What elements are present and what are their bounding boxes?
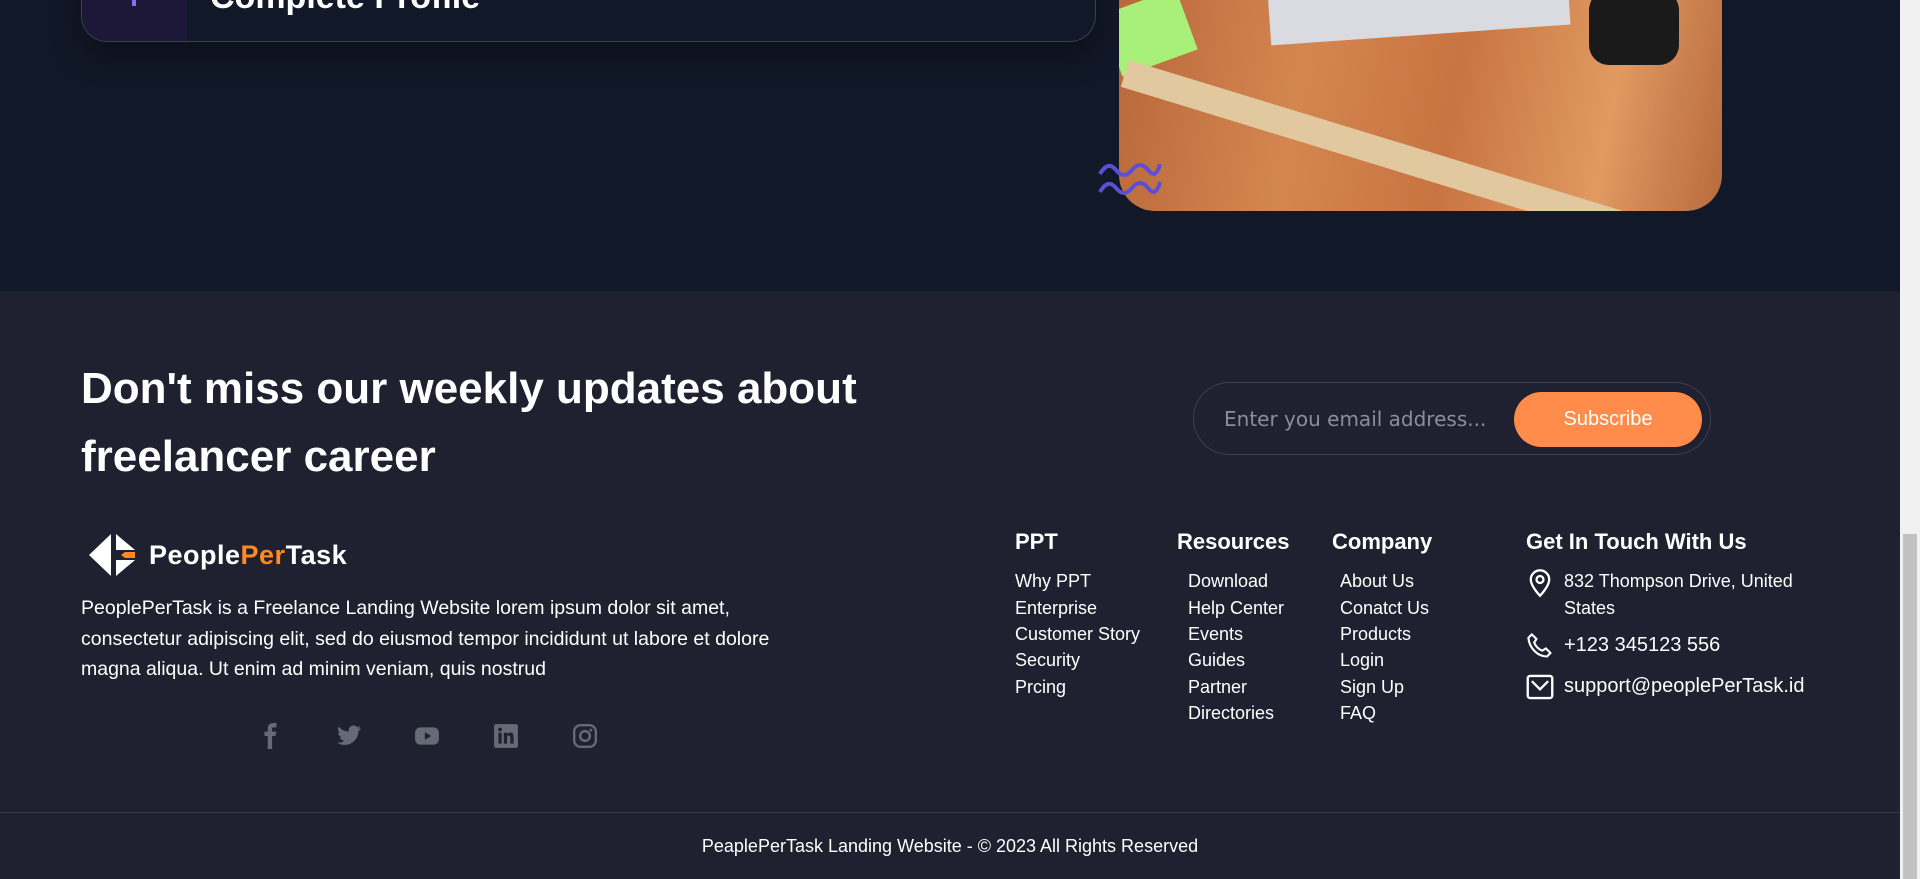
scrollbar[interactable] xyxy=(1900,0,1920,879)
contact-email[interactable]: support@peoplePerTask.id xyxy=(1564,675,1804,698)
contact-address-line2: States xyxy=(1564,598,1616,618)
link-faq[interactable]: FAQ xyxy=(1340,703,1376,724)
link-products[interactable]: Products xyxy=(1340,624,1411,645)
link-login[interactable]: Login xyxy=(1340,650,1384,671)
subscribe-form: Subscribe xyxy=(1193,382,1711,455)
instagram-icon[interactable] xyxy=(572,723,598,749)
logo-icon xyxy=(89,534,135,576)
column-title-ppt: PPT xyxy=(1015,529,1058,554)
location-pin-icon xyxy=(1529,569,1551,598)
subscribe-button[interactable]: Subscribe xyxy=(1514,392,1702,447)
column-title-contact: Get In Touch With Us xyxy=(1526,529,1747,554)
user-icon xyxy=(82,0,187,41)
newsletter-heading: Don't miss our weekly updates about free… xyxy=(81,364,857,481)
twitter-icon[interactable] xyxy=(336,723,362,749)
column-title-company: Company xyxy=(1332,529,1433,554)
youtube-icon[interactable] xyxy=(414,723,440,749)
link-pricing[interactable]: Prcing xyxy=(1015,677,1066,698)
features-section: Complete Profile xyxy=(0,0,1900,291)
link-enterprise[interactable]: Enterprise xyxy=(1015,598,1097,619)
column-title-resources: Resources xyxy=(1177,529,1290,554)
facebook-icon[interactable] xyxy=(258,723,284,749)
phone-icon xyxy=(1527,633,1552,658)
link-contact-us[interactable]: Conatct Us xyxy=(1340,598,1429,619)
copyright: PeaplePerTask Landing Website - © 2023 A… xyxy=(701,836,1199,856)
link-partner[interactable]: Partner xyxy=(1188,677,1247,698)
desk-photo xyxy=(1119,0,1722,211)
scrollbar-thumb[interactable] xyxy=(1903,534,1917,879)
link-customer-story[interactable]: Customer Story xyxy=(1015,624,1140,645)
linkedin-icon[interactable] xyxy=(493,723,519,749)
contact-phone[interactable]: +123 345123 556 xyxy=(1564,634,1720,657)
link-guides[interactable]: Guides xyxy=(1188,650,1245,671)
email-input[interactable] xyxy=(1224,401,1504,437)
card-title: Complete Profile xyxy=(210,0,480,17)
link-security[interactable]: Security xyxy=(1015,650,1080,671)
logo[interactable]: PeoplePerTask xyxy=(89,534,347,576)
link-directories[interactable]: Directories xyxy=(1188,703,1274,724)
step-card: Complete Profile xyxy=(81,0,1096,42)
link-sign-up[interactable]: Sign Up xyxy=(1340,677,1404,698)
link-events[interactable]: Events xyxy=(1188,624,1243,645)
brand-description: PeoplePerTask is a Freelance Landing Web… xyxy=(81,597,770,680)
mail-icon xyxy=(1526,674,1554,700)
footer-divider xyxy=(0,812,1900,813)
link-why-ppt[interactable]: Why PPT xyxy=(1015,571,1091,592)
link-about-us[interactable]: About Us xyxy=(1340,571,1414,592)
link-download[interactable]: Download xyxy=(1188,571,1268,592)
link-help-center[interactable]: Help Center xyxy=(1188,598,1284,619)
wave-decoration-icon xyxy=(1098,163,1162,195)
contact-address-line1: 832 Thompson Drive, United xyxy=(1564,571,1793,591)
